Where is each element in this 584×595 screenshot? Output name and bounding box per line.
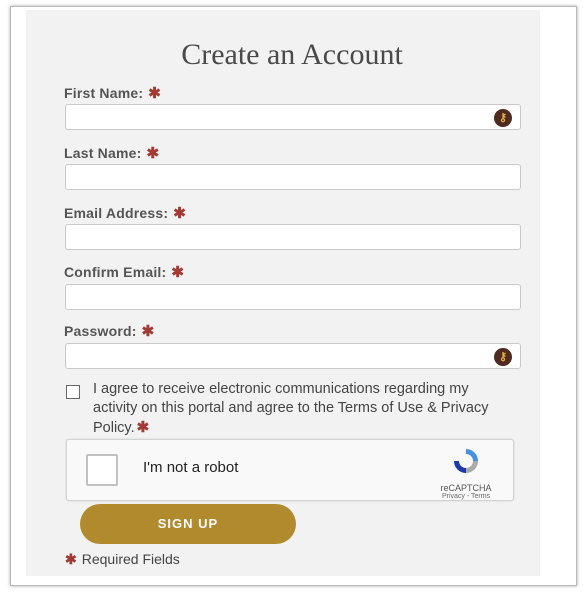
recaptcha-label: I'm not a robot (143, 459, 239, 476)
password-field[interactable]: ⚷ (65, 343, 521, 369)
confirm-email-label: Confirm Email: ✱ (64, 264, 185, 281)
recaptcha-links[interactable]: Privacy - Terms (431, 493, 501, 500)
required-star: ✱ (148, 85, 162, 102)
page-title: Create an Account (181, 38, 403, 71)
email-field[interactable] (65, 224, 521, 250)
sign-up-button[interactable]: SIGN UP (80, 504, 296, 544)
required-star: ✱ (146, 145, 160, 162)
required-fields-note: ✱ Required Fields (65, 551, 180, 567)
required-star: ✱ (173, 205, 186, 222)
first-name-field[interactable]: ⚷ (65, 104, 521, 130)
recaptcha-brand: reCAPTCHA (440, 483, 492, 493)
agree-checkbox[interactable] (66, 385, 80, 399)
recaptcha-logo-icon (454, 449, 478, 473)
required-star: ✱ (65, 551, 77, 567)
key-icon[interactable]: ⚷ (494, 109, 512, 127)
confirm-email-field[interactable] (65, 284, 521, 310)
agree-text: I agree to receive electronic communicat… (93, 381, 489, 436)
password-label: Password: ✱ (64, 323, 155, 340)
recaptcha-checkbox[interactable] (86, 454, 118, 486)
required-star: ✱ (171, 264, 185, 281)
key-icon[interactable]: ⚷ (494, 348, 512, 366)
required-star: ✱ (141, 323, 155, 340)
last-name-label: Last Name: ✱ (64, 145, 160, 162)
email-label: Email Address: ✱ (64, 205, 186, 222)
required-star: ✱ (136, 419, 150, 436)
first-name-label: First Name: ✱ (64, 85, 162, 102)
last-name-field[interactable] (65, 164, 521, 190)
recaptcha-logo: reCAPTCHA Privacy - Terms (431, 446, 501, 500)
recaptcha-widget: I'm not a robot reCAPTCHA Privacy - Term… (66, 439, 514, 501)
